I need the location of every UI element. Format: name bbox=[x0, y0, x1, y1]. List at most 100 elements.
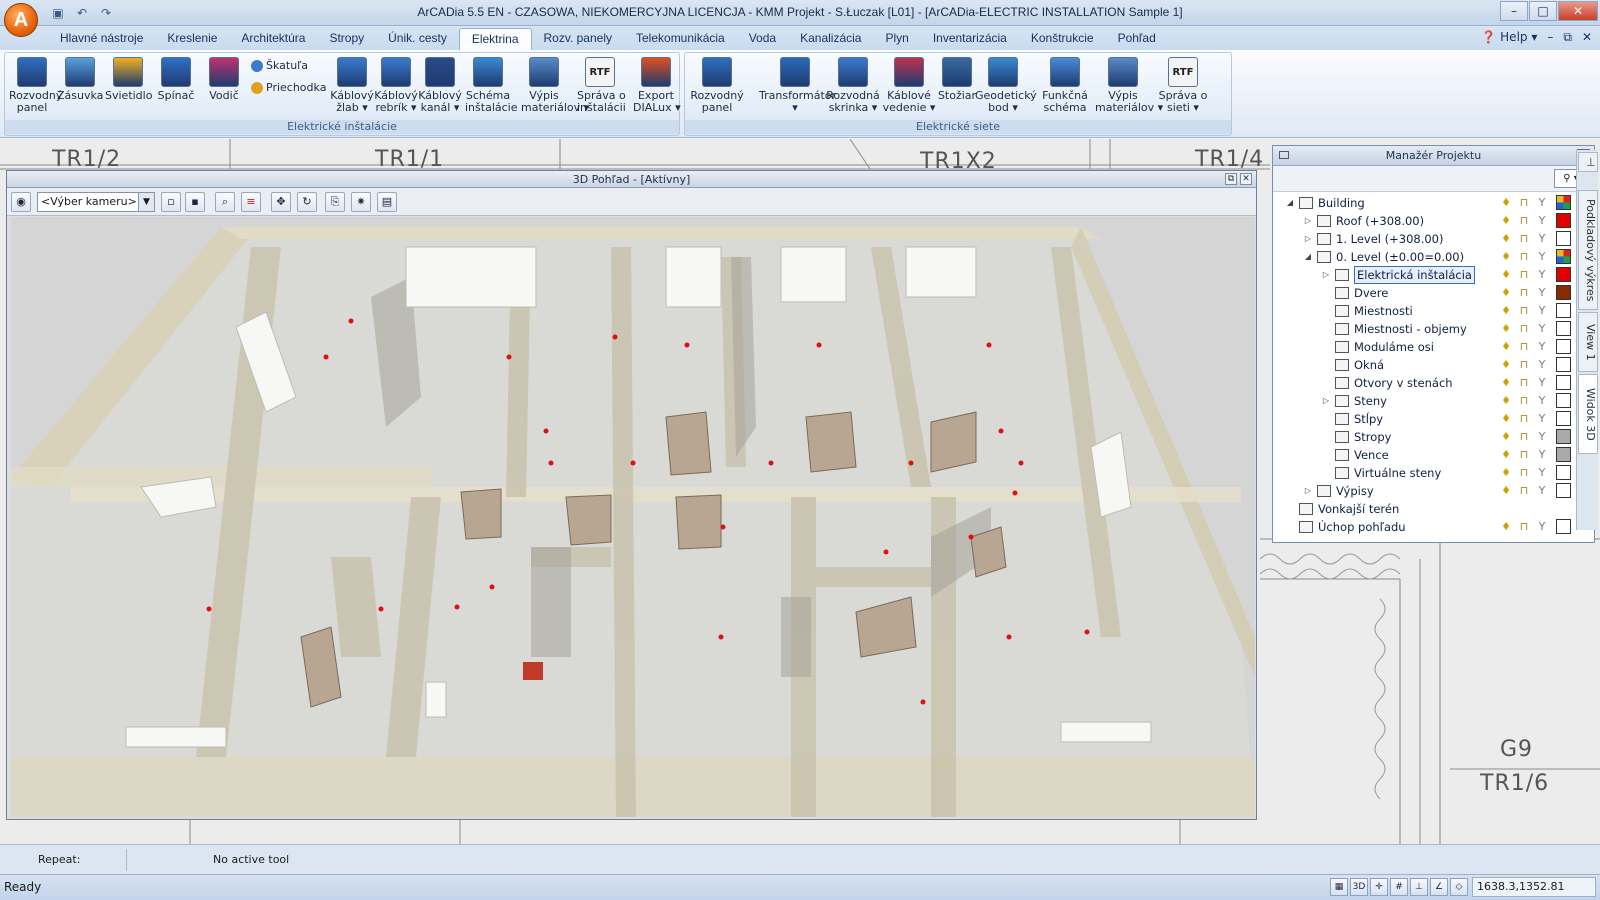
lock-icon[interactable]: ⊓ bbox=[1518, 357, 1530, 372]
ribbon-button-g1-7[interactable]: Káblový kanál ▾ bbox=[417, 57, 463, 114]
lock-icon[interactable]: ⊓ bbox=[1518, 231, 1530, 246]
ribbon-button-g2-5[interactable]: Geodetický bod ▾ bbox=[975, 57, 1037, 114]
camera-select[interactable]: <Výber kameru> ▼ bbox=[37, 192, 155, 212]
layer-color-swatch[interactable] bbox=[1556, 429, 1571, 444]
tree-row[interactable]: ▷ Roof (+308.00) ♦ ⊓ Y bbox=[1275, 212, 1593, 230]
print-icon[interactable]: Y bbox=[1536, 303, 1548, 318]
ribbon-button-g2-6[interactable]: Funkčná schéma bbox=[1037, 57, 1093, 114]
lock-icon[interactable]: ⊓ bbox=[1518, 519, 1530, 534]
ribbon-button-g1-11[interactable]: Export DIALux ▾ bbox=[633, 57, 681, 114]
tree-row[interactable]: ▷ Steny ♦ ⊓ Y bbox=[1275, 392, 1593, 410]
ribbon-button-g1-2[interactable]: Svietidlo bbox=[105, 57, 152, 102]
expand-toggle-icon[interactable]: ▷ bbox=[1303, 212, 1313, 230]
tree-row[interactable]: Miestnosti ♦ ⊓ Y bbox=[1275, 302, 1593, 320]
side-tab-background-drawing[interactable]: Podkladový výkres bbox=[1578, 190, 1598, 310]
tab-9[interactable]: Kanalizácia bbox=[788, 28, 873, 50]
tab-1[interactable]: Kreslenie bbox=[155, 28, 229, 50]
tab-8[interactable]: Voda bbox=[737, 28, 788, 50]
copy-view-icon[interactable]: ⎘ bbox=[325, 192, 345, 212]
print-icon[interactable]: Y bbox=[1536, 357, 1548, 372]
pin-panel-icon[interactable]: ⊣ bbox=[1578, 152, 1598, 172]
ribbon-button-g1-9[interactable]: Výpis materiálov ▾ bbox=[521, 57, 589, 114]
visibility-bulb-icon[interactable]: ♦ bbox=[1500, 321, 1512, 336]
visibility-bulb-icon[interactable]: ♦ bbox=[1500, 429, 1512, 444]
pin-icon[interactable] bbox=[1279, 151, 1289, 159]
tab-2[interactable]: Architektúra bbox=[229, 28, 317, 50]
lock-icon[interactable]: ⊓ bbox=[1518, 195, 1530, 210]
print-icon[interactable]: Y bbox=[1536, 321, 1548, 336]
layer-color-swatch[interactable] bbox=[1556, 375, 1571, 390]
layer-color-swatch[interactable] bbox=[1556, 339, 1571, 354]
tree-row[interactable]: Stĺpy ♦ ⊓ Y bbox=[1275, 410, 1593, 428]
osnap-icon[interactable]: ◇ bbox=[1450, 878, 1468, 896]
lock-icon[interactable]: ⊓ bbox=[1518, 285, 1530, 300]
expand-toggle-icon[interactable]: ▷ bbox=[1303, 482, 1313, 500]
section-icon[interactable]: ≡ bbox=[241, 192, 261, 212]
visibility-bulb-icon[interactable]: ♦ bbox=[1500, 267, 1512, 282]
3d-scene[interactable] bbox=[11, 217, 1255, 817]
layer-color-swatch[interactable] bbox=[1556, 465, 1571, 480]
tree-row[interactable]: Otvory v stenách ♦ ⊓ Y bbox=[1275, 374, 1593, 392]
layer-color-swatch[interactable] bbox=[1556, 447, 1571, 462]
print-icon[interactable]: Y bbox=[1536, 195, 1548, 210]
command-line[interactable]: Repeat: No active tool bbox=[0, 844, 1600, 874]
tab-3[interactable]: Stropy bbox=[317, 28, 376, 50]
lock-icon[interactable]: ⊓ bbox=[1518, 447, 1530, 462]
ribbon-close-icon[interactable]: ✕ bbox=[1582, 30, 1592, 45]
print-icon[interactable]: Y bbox=[1536, 465, 1548, 480]
print-icon[interactable]: Y bbox=[1536, 267, 1548, 282]
render-icon[interactable]: ✷ bbox=[351, 192, 371, 212]
visibility-bulb-icon[interactable]: ♦ bbox=[1500, 231, 1512, 246]
rotate-icon[interactable]: ↻ bbox=[297, 192, 317, 212]
lock-icon[interactable]: ⊓ bbox=[1518, 375, 1530, 390]
visibility-bulb-icon[interactable]: ♦ bbox=[1500, 483, 1512, 498]
tree-row[interactable]: ◢ Building ♦ ⊓ Y bbox=[1275, 194, 1593, 212]
lock-icon[interactable]: ⊓ bbox=[1518, 303, 1530, 318]
tree-row[interactable]: ▷ 1. Level (+308.00) ♦ ⊓ Y bbox=[1275, 230, 1593, 248]
view-mode-icon[interactable]: ▫ bbox=[161, 192, 181, 212]
ribbon-button-g2-0[interactable]: Rozvodný panel bbox=[689, 57, 745, 114]
ribbon-button-g2-7[interactable]: Výpis materiálov ▾ bbox=[1095, 57, 1163, 114]
tree-row[interactable]: ▷ Elektrická inštalácia ♦ ⊓ Y bbox=[1275, 266, 1593, 284]
expand-toggle-icon[interactable]: ▷ bbox=[1303, 230, 1313, 248]
visibility-bulb-icon[interactable]: ♦ bbox=[1500, 303, 1512, 318]
print-icon[interactable]: Y bbox=[1536, 213, 1548, 228]
ribbon-button-g1-8[interactable]: Schéma inštalácie bbox=[465, 57, 517, 114]
polar-icon[interactable]: ∠ bbox=[1430, 878, 1448, 896]
tree-row[interactable]: Úchop pohľadu ♦ ⊓ Y bbox=[1275, 518, 1593, 536]
save-view-icon[interactable]: ▤ bbox=[377, 192, 397, 212]
visibility-bulb-icon[interactable]: ♦ bbox=[1500, 447, 1512, 462]
layer-color-swatch[interactable] bbox=[1556, 357, 1571, 372]
layer-color-swatch[interactable] bbox=[1556, 231, 1571, 246]
ribbon-button-g1-5[interactable]: Káblový žlab ▾ bbox=[329, 57, 375, 114]
visibility-bulb-icon[interactable]: ♦ bbox=[1500, 339, 1512, 354]
expand-toggle-icon[interactable]: ◢ bbox=[1285, 194, 1295, 212]
tree-row[interactable]: Virtuálne steny ♦ ⊓ Y bbox=[1275, 464, 1593, 482]
ribbon-button-g2-8[interactable]: RTF Správa o sieti ▾ bbox=[1155, 57, 1211, 114]
visibility-bulb-icon[interactable]: ♦ bbox=[1500, 285, 1512, 300]
print-icon[interactable]: Y bbox=[1536, 249, 1548, 264]
3d-view-close-button[interactable]: ✕ bbox=[1240, 173, 1252, 185]
tree-row[interactable]: Dvere ♦ ⊓ Y bbox=[1275, 284, 1593, 302]
ribbon-restore-icon[interactable]: ⧉ bbox=[1563, 30, 1572, 45]
tree-row[interactable]: ▷ Výpisy ♦ ⊓ Y bbox=[1275, 482, 1593, 500]
visibility-bulb-icon[interactable]: ♦ bbox=[1500, 249, 1512, 264]
layer-color-swatch[interactable] bbox=[1556, 321, 1571, 336]
ribbon-button-g2-2[interactable]: Rozvodná skrinka ▾ bbox=[825, 57, 881, 114]
lock-icon[interactable]: ⊓ bbox=[1518, 249, 1530, 264]
tree-row[interactable]: Miestnosti - objemy ♦ ⊓ Y bbox=[1275, 320, 1593, 338]
ribbon-button-g1-6[interactable]: Káblový rebrík ▾ bbox=[373, 57, 419, 114]
layer-color-swatch[interactable] bbox=[1556, 249, 1571, 264]
print-icon[interactable]: Y bbox=[1536, 447, 1548, 462]
lock-icon[interactable]: ⊓ bbox=[1518, 321, 1530, 336]
minimize-button[interactable]: – bbox=[1500, 1, 1528, 21]
side-tab-view1[interactable]: View 1 bbox=[1578, 312, 1598, 372]
visibility-bulb-icon[interactable]: ♦ bbox=[1500, 375, 1512, 390]
layer-color-swatch[interactable] bbox=[1556, 519, 1571, 534]
expand-toggle-icon[interactable]: ◢ bbox=[1303, 248, 1313, 266]
layer-color-swatch[interactable] bbox=[1556, 483, 1571, 498]
pan-icon[interactable]: ✥ bbox=[271, 192, 291, 212]
tab-4[interactable]: Únik. cesty bbox=[376, 28, 459, 50]
layer-color-swatch[interactable] bbox=[1556, 411, 1571, 426]
3d-view-restore-button[interactable]: ⧉ bbox=[1225, 173, 1237, 185]
